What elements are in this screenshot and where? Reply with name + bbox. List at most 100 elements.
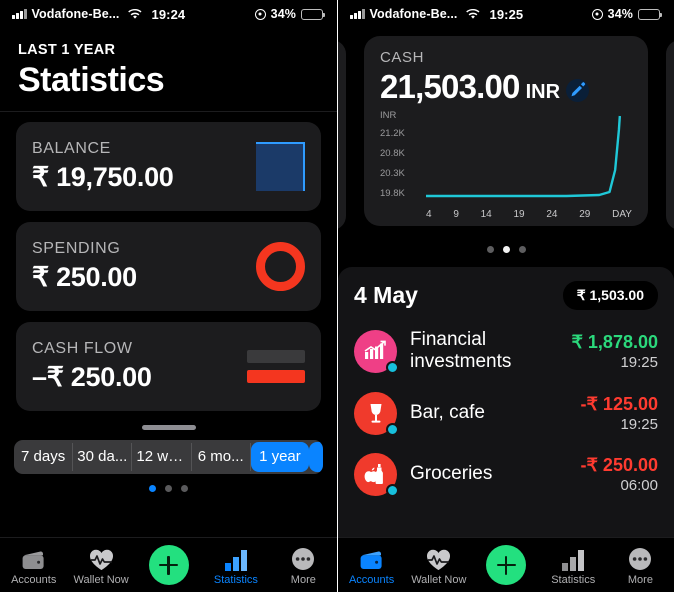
sync-badge [386, 483, 399, 497]
table-row[interactable]: Financial investments ₹ 1,878.00 19:25 [338, 320, 674, 383]
segment-30-days[interactable]: 30 da... [73, 443, 133, 472]
transaction-name: Financial investments [410, 329, 512, 373]
sync-badge [386, 360, 399, 374]
tab-wallet-now[interactable]: Wallet Now [405, 545, 472, 586]
tab-more[interactable]: More [270, 545, 337, 586]
period-label: LAST 1 YEAR [18, 42, 116, 58]
day-header: 4 May ₹ 1,503.00 [338, 281, 674, 320]
carousel-dot-3[interactable] [518, 246, 526, 253]
chart-ytick-1: 21.2K [380, 128, 405, 139]
day-transactions-section: 4 May ₹ 1,503.00 Financial investments ₹… [338, 267, 674, 567]
cash-card-label: CASH [380, 49, 425, 66]
page-dot-1[interactable] [149, 485, 156, 493]
cash-balance-chart: INR 21.2K 20.8K 20.3K 19.8K 4 9 14 19 24… [380, 110, 632, 220]
accounts-screen: Vodafone-Be... 19:25 34% CASH 21,503.00 … [337, 0, 674, 592]
more-dots-icon [291, 545, 315, 571]
day-title: 4 May [354, 282, 418, 308]
add-plus-icon[interactable] [148, 545, 189, 585]
investment-chart-icon [354, 329, 399, 374]
tab-add[interactable] [135, 545, 202, 585]
status-bar-left-group: Vodafone-Be... 19:24 [12, 7, 185, 22]
transaction-name: Bar, cafe [410, 402, 485, 424]
cash-flow-card[interactable]: CASH FLOW –₹ 250.00 [16, 322, 321, 412]
wallet-icon [359, 545, 385, 571]
chart-ytick-4: 19.8K [380, 188, 405, 199]
balance-card-value: ₹ 19,750.00 [32, 162, 174, 193]
page-dot-3[interactable] [181, 485, 188, 493]
two-bars-icon [247, 350, 305, 384]
transaction-amount: -₹ 250.00 [580, 454, 658, 475]
dual-screenshot-frame: Vodafone-Be... 19:24 34% LAST 1 YEAR Sta… [0, 0, 674, 592]
status-bar-right-group: 34% [254, 7, 325, 21]
table-row[interactable]: Bar, cafe -₹ 125.00 19:25 [338, 383, 674, 444]
chart-x-axis-title: DAY [612, 209, 632, 220]
statistics-screen: Vodafone-Be... 19:24 34% LAST 1 YEAR Sta… [0, 0, 337, 592]
tab-more[interactable]: More [607, 545, 674, 586]
tab-accounts[interactable]: Accounts [338, 545, 405, 586]
carousel-dot-1[interactable] [486, 246, 494, 253]
wine-glass-icon [354, 391, 399, 436]
tab-accounts[interactable]: Accounts [0, 545, 67, 586]
cash-card-currency: INR [525, 81, 561, 103]
tab-statistics[interactable]: Statistics [202, 545, 269, 586]
carousel-peek-right[interactable] [666, 40, 674, 230]
accounts-carousel[interactable]: CASH 21,503.00 INR INR 21.2K 20.8K 20.3K… [338, 36, 674, 236]
chart-xtick-1: 4 [426, 209, 432, 220]
period-segmented-control[interactable]: 7 days 30 da... 12 we... 6 mo... 1 year [14, 440, 323, 475]
bar-chart-icon [224, 545, 248, 571]
status-bar-right-group-2: 34% [591, 7, 662, 21]
carousel-dot-2[interactable] [502, 246, 510, 253]
segment-12-weeks[interactable]: 12 we... [132, 443, 192, 472]
carrier-label: Vodafone-Be... [31, 7, 120, 21]
pencil-edit-icon[interactable] [566, 78, 590, 102]
tab-wallet-now[interactable]: Wallet Now [67, 545, 134, 586]
cash-flow-card-text: CASH FLOW –₹ 250.00 [32, 340, 152, 393]
cellular-signal-icon [350, 9, 365, 19]
spending-card-value: ₹ 250.00 [32, 262, 137, 293]
wallet-icon [21, 545, 47, 571]
spending-card[interactable]: SPENDING ₹ 250.00 [16, 222, 321, 312]
chart-xtick-3: 14 [480, 209, 492, 220]
status-bar-right: Vodafone-Be... 19:25 34% [338, 0, 674, 28]
sheet-grabber-handle[interactable] [141, 425, 196, 431]
location-services-icon [254, 8, 266, 20]
cash-flow-card-label: CASH FLOW [32, 340, 133, 358]
stat-cards-list: BALANCE ₹ 19,750.00 SPENDING ₹ 250.00 CA… [0, 112, 337, 412]
chart-xtick-2: 9 [453, 209, 459, 220]
balance-card[interactable]: BALANCE ₹ 19,750.00 [16, 122, 321, 212]
add-plus-icon[interactable] [486, 545, 526, 585]
cash-card-amount-row: 21,503.00 INR [380, 68, 632, 106]
tab-add[interactable] [472, 545, 539, 585]
location-services-icon [591, 8, 603, 20]
tab-more-label: More [627, 573, 653, 586]
chart-ytick-2: 20.8K [380, 148, 405, 159]
page-dots-left [0, 485, 337, 493]
tab-wallet-now-label: Wallet Now [411, 573, 467, 586]
tab-accounts-label: Accounts [11, 573, 57, 586]
cash-flow-card-value: –₹ 250.00 [32, 362, 152, 393]
transaction-time: 19:25 [620, 415, 658, 433]
status-bar-left: Vodafone-Be... 19:24 34% [0, 0, 337, 28]
tab-more-label: More [290, 573, 316, 586]
page-dot-2[interactable] [165, 485, 172, 493]
battery-icon [638, 8, 662, 20]
clock-label: 19:24 [151, 6, 186, 22]
table-row[interactable]: Groceries -₹ 250.00 06:00 [338, 444, 674, 505]
segment-next-peek[interactable] [309, 442, 323, 473]
segment-1-year[interactable]: 1 year [250, 442, 310, 473]
chart-xtick-5: 24 [546, 209, 558, 220]
spending-card-text: SPENDING ₹ 250.00 [32, 240, 137, 293]
tab-statistics[interactable]: Statistics [540, 545, 607, 586]
carousel-peek-left[interactable] [338, 40, 346, 230]
chart-xtick-4: 19 [513, 209, 525, 220]
segment-6-months[interactable]: 6 mo... [192, 443, 251, 472]
chart-xtick-6: 29 [579, 209, 591, 220]
tab-statistics-label: Statistics [213, 573, 258, 586]
transaction-name: Groceries [410, 463, 493, 485]
chart-ytick-3: 20.3K [380, 168, 405, 179]
segment-7-days[interactable]: 7 days [14, 443, 74, 472]
transaction-values: -₹ 125.00 19:25 [580, 394, 658, 433]
day-total-badge: ₹ 1,503.00 [562, 281, 658, 310]
cash-account-card[interactable]: CASH 21,503.00 INR INR 21.2K 20.8K 20.3K… [364, 36, 648, 226]
chart-y-axis-title: INR [380, 110, 397, 121]
